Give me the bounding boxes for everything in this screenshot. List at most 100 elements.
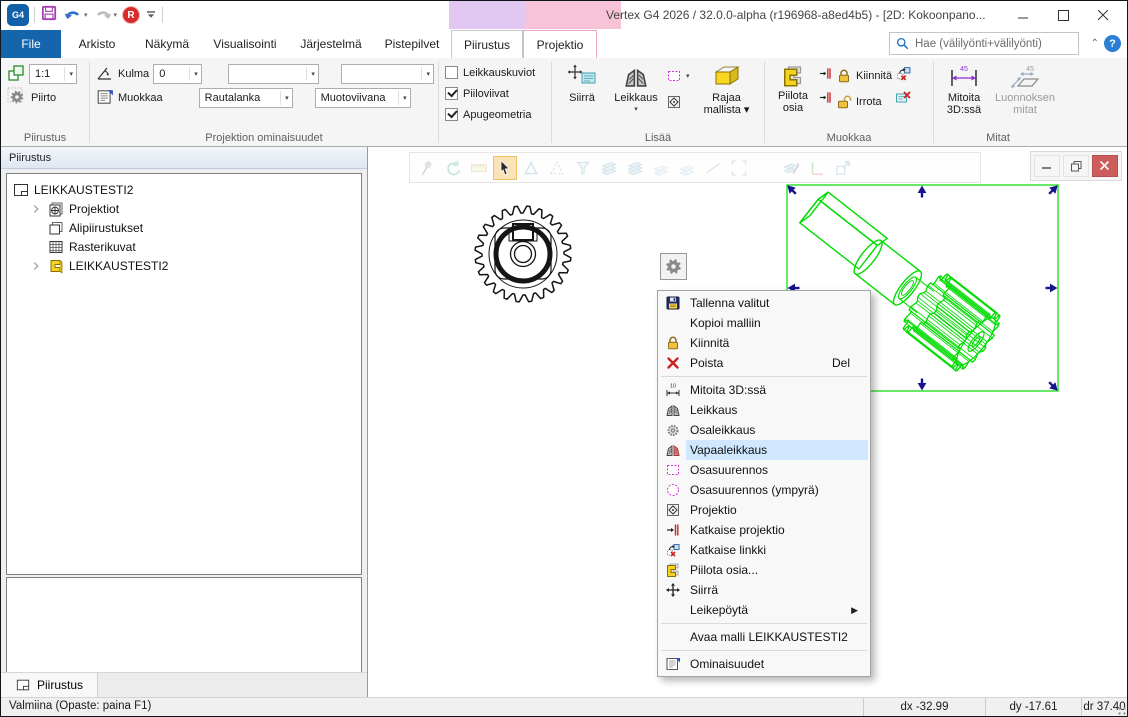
projection-small-button[interactable] bbox=[666, 91, 690, 113]
break-projection-small-button-2[interactable] bbox=[818, 90, 833, 108]
tree-item-leikkaustesti2[interactable]: LEIKKAUSTESTI2 bbox=[9, 180, 359, 199]
mitoita-3d-button[interactable]: 45 Mitoita 3D:ssä bbox=[940, 62, 988, 130]
checkbox-apugeometria[interactable] bbox=[445, 108, 458, 121]
chevron-right-icon[interactable] bbox=[29, 259, 43, 273]
projection-combo-2[interactable]: ▾ bbox=[341, 64, 434, 84]
menu-item-osasuurennos-ympyr[interactable]: Osasuurennos (ympyrä) bbox=[660, 480, 868, 500]
triangle-icon[interactable] bbox=[519, 156, 543, 180]
tree-item-rasterikuvat[interactable]: Rasterikuvat bbox=[9, 237, 359, 256]
tree-item-projektiot[interactable]: Projektiot bbox=[9, 199, 359, 218]
zoom-in-icon[interactable] bbox=[753, 156, 777, 180]
expand-icon[interactable] bbox=[831, 156, 855, 180]
menu-item-siirr[interactable]: Siirrä bbox=[660, 580, 868, 600]
ruler-icon[interactable] bbox=[467, 156, 491, 180]
axes-icon[interactable] bbox=[805, 156, 829, 180]
help-button[interactable]: ? bbox=[1104, 35, 1121, 52]
tab-pistepilvet[interactable]: Pistepilvet bbox=[373, 30, 451, 58]
piirto-button[interactable]: Piirto bbox=[31, 92, 56, 104]
layers-icon[interactable] bbox=[597, 156, 621, 180]
piilota-osia-button[interactable]: Piilota osia bbox=[771, 62, 815, 130]
remove-view-button[interactable] bbox=[895, 89, 912, 109]
menu-item-kopioi-malliin[interactable]: Kopioi malliin bbox=[660, 313, 868, 333]
checkbox-row-apugeometria[interactable]: Apugeometria bbox=[445, 104, 547, 125]
checkbox-row-piiloviivat[interactable]: Piiloviivat bbox=[445, 83, 547, 104]
redo-dropdown-icon[interactable]: ▾ bbox=[114, 11, 118, 19]
menu-item-ominaisuudet[interactable]: Ominaisuudet bbox=[660, 654, 868, 674]
selection-handle[interactable] bbox=[919, 187, 926, 198]
menu-item-leikkaus[interactable]: Leikkaus bbox=[660, 400, 868, 420]
tab-arkisto[interactable]: Arkisto bbox=[61, 30, 133, 58]
undo-dropdown-icon[interactable]: ▾ bbox=[84, 11, 88, 19]
detail-view-button[interactable]: ▾ bbox=[666, 65, 690, 87]
pin-icon[interactable] bbox=[415, 156, 439, 180]
menu-item-leikep-yt[interactable]: Leikepöytä▶ bbox=[660, 600, 868, 620]
selection-handle[interactable] bbox=[1049, 186, 1057, 194]
menu-item-avaa-malli-leikkaustesti2[interactable]: Avaa malli LEIKKAUSTESTI2 bbox=[660, 627, 868, 647]
filter-icon[interactable] bbox=[571, 156, 595, 180]
tab-n-kym[interactable]: Näkymä bbox=[133, 30, 201, 58]
menu-item-osasuurennos[interactable]: Osasuurennos bbox=[660, 460, 868, 480]
cursor-icon[interactable] bbox=[493, 156, 517, 180]
gear-front-view[interactable] bbox=[475, 206, 571, 302]
layers-2-icon[interactable] bbox=[623, 156, 647, 180]
siirra-button[interactable]: Siirrä bbox=[558, 62, 606, 130]
context-settings-button[interactable] bbox=[660, 253, 687, 280]
break-projection-small-button[interactable] bbox=[818, 66, 833, 84]
save-icon[interactable] bbox=[40, 4, 58, 27]
tab-piirustus-bottom[interactable]: Piirustus bbox=[1, 673, 98, 697]
render-style-combo[interactable]: Rautalanka▾ bbox=[199, 88, 293, 108]
luonnoksen-mitat-button[interactable]: 45 Luonnoksen mitat bbox=[992, 62, 1058, 130]
checkbox-piiloviivat[interactable] bbox=[445, 87, 458, 100]
projection-combo-1[interactable]: ▾ bbox=[228, 64, 319, 84]
tab-j-rjestelm[interactable]: Järjestelmä bbox=[289, 30, 373, 58]
tab-projektio[interactable]: Projektio bbox=[523, 30, 597, 58]
menu-item-mitoita-3d-ss[interactable]: Mitoita 3D:ssä bbox=[660, 380, 868, 400]
selection-handle[interactable] bbox=[788, 186, 796, 194]
menu-item-katkaise-projektio[interactable]: Katkaise projektio bbox=[660, 520, 868, 540]
rotate-icon[interactable] bbox=[441, 156, 465, 180]
checkbox-row-leikkauskuviot[interactable]: Leikkauskuviot bbox=[445, 62, 547, 83]
menu-item-tallenna-valitut[interactable]: Tallenna valitut bbox=[660, 293, 868, 313]
qat-customize-button[interactable] bbox=[145, 8, 157, 22]
ribbon-collapse-icon[interactable]: ⌃ bbox=[1091, 38, 1099, 49]
resize-grip[interactable] bbox=[1116, 705, 1126, 715]
menu-item-projektio[interactable]: Projektio bbox=[660, 500, 868, 520]
close-button[interactable] bbox=[1083, 1, 1123, 29]
minimize-button[interactable] bbox=[1003, 1, 1043, 29]
tab-piirustus[interactable]: Piirustus bbox=[451, 30, 523, 58]
layers-flat-icon[interactable] bbox=[649, 156, 673, 180]
layers-pick-icon[interactable] bbox=[779, 156, 803, 180]
triangle-dashed-icon[interactable] bbox=[545, 156, 569, 180]
muokkaa-button[interactable]: Muokkaa bbox=[118, 92, 163, 104]
chevron-right-icon[interactable] bbox=[29, 202, 43, 216]
menu-item-kiinnit[interactable]: Kiinnitä bbox=[660, 333, 868, 353]
break-link-button[interactable] bbox=[895, 65, 912, 85]
record-badge[interactable]: R bbox=[122, 6, 140, 24]
kiinnita-button[interactable]: Kiinnitä bbox=[836, 65, 892, 87]
doc-close-button[interactable] bbox=[1092, 155, 1118, 177]
scale-combo[interactable]: 1:1▾ bbox=[29, 64, 77, 84]
doc-minimize-button[interactable] bbox=[1034, 155, 1060, 177]
layers-thin-icon[interactable] bbox=[675, 156, 699, 180]
leikkaus-button[interactable]: Leikkaus ▾ bbox=[610, 62, 662, 130]
line-icon[interactable] bbox=[701, 156, 725, 180]
doc-restore-button[interactable] bbox=[1063, 155, 1089, 177]
tree-item-leikkaustesti2[interactable]: LEIKKAUSTESTI2 bbox=[9, 256, 359, 275]
menu-item-piilota-osia[interactable]: Piilota osia... bbox=[660, 560, 868, 580]
tree-item-alipiirustukset[interactable]: Alipiirustukset bbox=[9, 218, 359, 237]
menu-item-poista[interactable]: PoistaDel bbox=[660, 353, 868, 373]
menu-item-katkaise-linkki[interactable]: Katkaise linkki bbox=[660, 540, 868, 560]
tab-visualisointi[interactable]: Visualisointi bbox=[201, 30, 289, 58]
undo-button[interactable]: ▾ bbox=[63, 6, 88, 24]
irrota-button[interactable]: Irrota bbox=[836, 91, 892, 113]
checkbox-leikkauskuviot[interactable] bbox=[445, 66, 458, 79]
kulma-combo[interactable]: 0▾ bbox=[153, 64, 202, 84]
rajaa-mallista-button[interactable]: Rajaa mallista ▾ bbox=[694, 62, 760, 130]
selection-handle[interactable] bbox=[1049, 382, 1057, 390]
selection-handle[interactable] bbox=[1046, 285, 1057, 292]
tab-file[interactable]: File bbox=[1, 30, 61, 58]
maximize-button[interactable] bbox=[1043, 1, 1083, 29]
frame-icon[interactable] bbox=[727, 156, 751, 180]
redo-button[interactable]: ▾ bbox=[93, 6, 118, 24]
menu-item-osaleikkaus[interactable]: Osaleikkaus bbox=[660, 420, 868, 440]
